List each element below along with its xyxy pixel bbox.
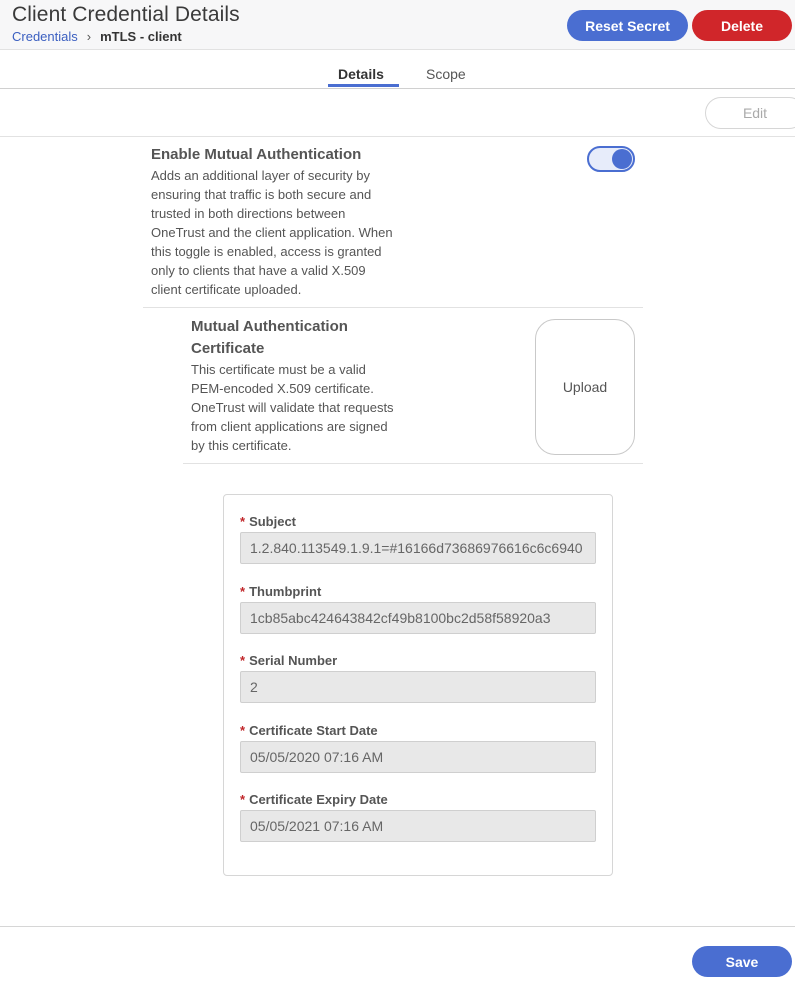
section-divider — [183, 463, 643, 464]
serial-number-field[interactable]: 2 — [240, 671, 596, 703]
toolbar — [0, 89, 795, 137]
save-button[interactable]: Save — [692, 946, 792, 977]
required-marker: * — [240, 792, 246, 807]
thumbprint-field[interactable]: 1cb85abc424643842cf49b8100bc2d58f58920a3 — [240, 602, 596, 634]
thumbprint-label: * Thumbprint — [240, 584, 322, 599]
active-tab-indicator — [328, 84, 399, 87]
section-divider — [143, 307, 643, 308]
mutual-auth-title: Enable Mutual Authentication — [151, 146, 362, 163]
edit-button[interactable]: Edit — [705, 97, 795, 129]
chevron-right-icon: › — [86, 29, 92, 44]
subject-field[interactable]: 1.2.840.113549.1.9.1=#16166d73686976616c… — [240, 532, 596, 564]
start-date-label: * Certificate Start Date — [240, 723, 378, 738]
required-marker: * — [240, 653, 246, 668]
tab-details[interactable]: Details — [338, 66, 384, 82]
mutual-auth-description: Adds an additional layer of security by … — [151, 168, 393, 297]
required-marker: * — [240, 584, 246, 599]
expiry-date-label: * Certificate Expiry Date — [240, 792, 388, 807]
toggle-knob — [612, 149, 632, 169]
mutual-auth-toggle[interactable] — [587, 146, 635, 172]
expiry-date-field[interactable]: 05/05/2021 07:16 AM — [240, 810, 596, 842]
page-title: Client Credential Details — [12, 3, 240, 26]
certificate-title: Mutual Authentication Certificate — [191, 318, 348, 357]
required-marker: * — [240, 514, 246, 529]
delete-button[interactable]: Delete — [692, 10, 792, 41]
footer-divider — [0, 926, 795, 927]
reset-secret-button[interactable]: Reset Secret — [567, 10, 688, 41]
breadcrumb: Credentials › mTLS - client — [12, 29, 182, 44]
breadcrumb-credentials-link[interactable]: Credentials — [12, 29, 78, 44]
serial-number-label: * Serial Number — [240, 653, 338, 668]
tab-scope[interactable]: Scope — [426, 66, 466, 82]
subject-label: * Subject — [240, 514, 297, 529]
breadcrumb-current: mTLS - client — [100, 29, 182, 44]
start-date-field[interactable]: 05/05/2020 07:16 AM — [240, 741, 596, 773]
certificate-description: This certificate must be a valid PEM-enc… — [191, 362, 394, 453]
upload-button[interactable]: Upload — [535, 319, 635, 455]
required-marker: * — [240, 723, 246, 738]
